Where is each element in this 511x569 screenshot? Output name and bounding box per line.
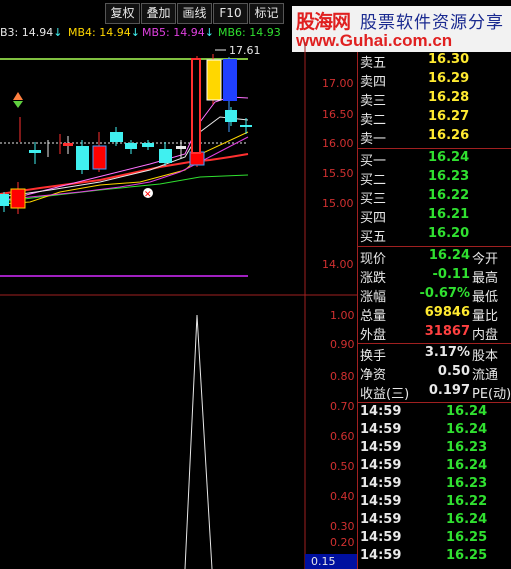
- ma-magenta-curve: [0, 136, 249, 201]
- candles: [0, 54, 252, 214]
- candle-down: [159, 149, 172, 163]
- candle-up: [63, 143, 73, 146]
- volume-tick: 0.50: [330, 460, 355, 473]
- volume-readout: 0.15: [311, 555, 336, 568]
- watermark-brand: 股海网: [296, 11, 351, 33]
- candle-down: [0, 194, 9, 206]
- ma-white-curve: [0, 116, 249, 198]
- fund-turnover: 换手 3.17% 股本: [360, 345, 499, 364]
- high-marker-label: 17.61: [229, 44, 261, 57]
- ask-level-5: 卖五 16.30: [360, 52, 470, 71]
- quote-change: 涨跌 -0.11 最高: [360, 267, 499, 286]
- overlay-button[interactable]: 叠加: [141, 3, 176, 24]
- mark-button[interactable]: 标记: [249, 3, 284, 24]
- volume-tick: 0.90: [330, 338, 355, 351]
- draw-line-button[interactable]: 画线: [177, 3, 212, 24]
- price-tick: 15.00: [322, 197, 354, 210]
- volume-tick: 0.70: [330, 400, 355, 413]
- signal-arrow-icon: [13, 92, 23, 108]
- candle-down: [29, 150, 41, 153]
- bid-level-5: 买五 16.20: [360, 226, 470, 245]
- tick-row: 14:59 16.23: [360, 476, 488, 491]
- bid-level-1: 买一 16.24: [360, 150, 470, 169]
- candle-down: [142, 143, 154, 147]
- quote-panel: 卖五 16.30 卖四 16.29 卖三 16.28 卖二 16.27 卖一 16.26 …: [357, 52, 511, 569]
- ma-legend-mb6: MB6: 14.93: [218, 26, 281, 39]
- tick-row: 14:59 16.24: [360, 512, 488, 527]
- quote-change-pct: 涨幅 -0.67% 最低: [360, 286, 499, 305]
- price-tick: 17.00: [322, 77, 354, 90]
- volume-tick: 0.60: [330, 430, 355, 443]
- divider: [358, 402, 511, 403]
- ma-legend-mb4: MB4: 14.94↓: [68, 26, 140, 39]
- divider: [358, 246, 511, 247]
- ma-legend-mb5: MB5: 14.94↓: [142, 26, 214, 39]
- tick-row: 14:59 16.25: [360, 530, 488, 545]
- candle-up-yellow: [206, 59, 222, 101]
- divider: [358, 343, 511, 344]
- divider: [358, 148, 511, 149]
- fuquan-button[interactable]: 复权: [105, 3, 140, 24]
- tick-row: 14:59 16.22: [360, 494, 488, 509]
- f10-button[interactable]: F10: [213, 3, 248, 24]
- candle-doji: [176, 146, 186, 149]
- bid-level-3: 买三 16.22: [360, 188, 470, 207]
- kline-chart[interactable]: ✕ 17.61: [0, 42, 357, 569]
- tick-row: 14:59 16.24: [360, 458, 488, 473]
- tick-row: 14:59 16.24: [360, 404, 488, 419]
- tick-row: 14:59 16.23: [360, 440, 488, 455]
- candle-down: [240, 125, 252, 127]
- buy-signal-icon: ✕: [143, 188, 153, 200]
- price-tick: 14.00: [322, 258, 354, 271]
- price-tick: 16.50: [322, 108, 354, 121]
- ask-level-4: 卖四 16.29: [360, 71, 470, 90]
- candle-down: [225, 110, 237, 122]
- price-tick: 16.00: [322, 137, 354, 150]
- candle-up-hollow: [191, 58, 201, 154]
- ask-level-2: 卖二 16.27: [360, 109, 470, 128]
- candle-up: [10, 188, 26, 209]
- volume-spike: [184, 314, 213, 569]
- candle-down: [125, 143, 137, 149]
- candle-down: [76, 146, 89, 170]
- quote-current-price: 现价 16.24 今开: [360, 248, 499, 267]
- tick-row: 14:59 16.24: [360, 422, 488, 437]
- ask-level-1: 卖一 16.26: [360, 128, 470, 147]
- quote-volume: 总量 69846 量比: [360, 305, 499, 324]
- ask-level-3: 卖三 16.28: [360, 90, 470, 109]
- candle-down: [110, 132, 123, 142]
- volume-tick: 0.80: [330, 370, 355, 383]
- candle-down-blue: [223, 59, 237, 101]
- volume-tick: 1.00: [330, 309, 355, 322]
- watermark-slogan: 股票软件资源分享: [360, 13, 504, 33]
- bid-level-4: 买四 16.21: [360, 207, 470, 226]
- fund-eps: 收益(三) 0.197 PE(动): [360, 383, 511, 402]
- tick-row: 14:59 16.25: [360, 548, 488, 563]
- quote-outer-volume: 外盘 31867 内盘: [360, 324, 499, 343]
- price-tick: 15.50: [322, 167, 354, 180]
- volume-tick: 0.30: [330, 520, 355, 533]
- volume-tick: 0.40: [330, 490, 355, 503]
- svg-text:✕: ✕: [144, 190, 152, 200]
- bid-level-2: 买二 16.23: [360, 169, 470, 188]
- candle-up: [92, 145, 107, 170]
- ma-legend-b3: B3: 14.94↓: [0, 26, 63, 39]
- fund-net-assets: 净资 0.50 流通: [360, 364, 499, 383]
- volume-tick: 0.20: [330, 536, 355, 549]
